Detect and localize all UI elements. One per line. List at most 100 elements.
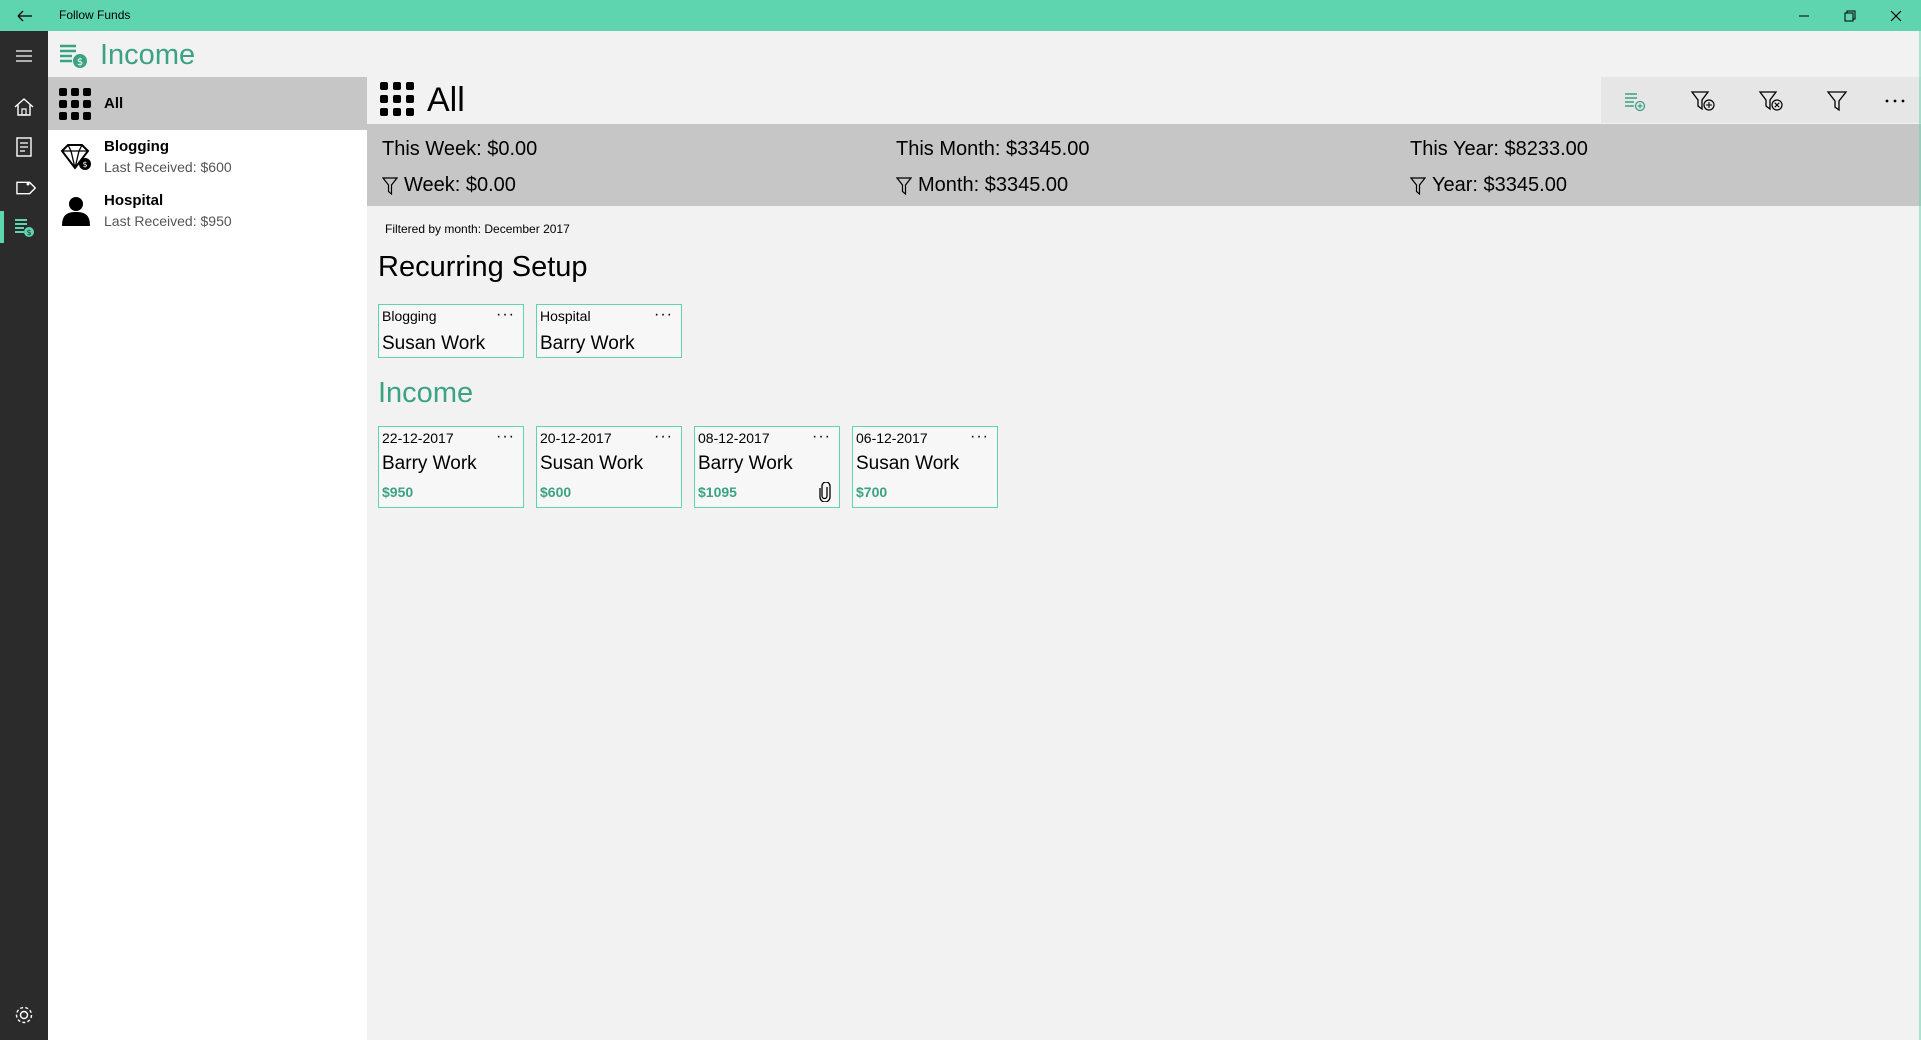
minimize-icon	[1799, 15, 1809, 17]
command-bar	[1601, 77, 1921, 123]
filter-button[interactable]	[1817, 85, 1857, 117]
hamburger-menu-button[interactable]	[0, 36, 48, 76]
sidebar-item-blogging[interactable]: $ Blogging Last Received: $600	[48, 132, 367, 184]
income-amount: $950	[382, 484, 414, 500]
filtered-year-text: Year: $3345.00	[1432, 174, 1567, 196]
sidebar-item-label: Hospital	[104, 192, 164, 209]
recurring-category: Hospital	[540, 308, 591, 324]
nav-settings[interactable]	[0, 995, 48, 1035]
card-more-button[interactable]: ···	[496, 428, 515, 446]
close-icon	[1890, 10, 1902, 22]
restore-button[interactable]	[1827, 4, 1873, 28]
nav-income[interactable]: $	[0, 207, 48, 247]
sidebar-item-hospital[interactable]: Hospital Last Received: $950	[48, 186, 367, 238]
card-more-button[interactable]: ···	[812, 428, 831, 446]
this-year-total: This Year: $8233.00	[1410, 138, 1588, 160]
recurring-setup-heading: Recurring Setup	[378, 251, 588, 283]
this-week-total: This Week: $0.00	[382, 138, 538, 160]
income-card[interactable]: 08-12-2017 ··· Barry Work $1095	[694, 426, 840, 508]
filtered-year-total: Year: $3345.00	[1410, 174, 1567, 197]
income-card[interactable]: 06-12-2017 ··· Susan Work $700	[852, 426, 998, 508]
recurring-name: Susan Work	[382, 333, 486, 354]
sidebar-item-label: All	[104, 95, 124, 112]
this-month-total: This Month: $3345.00	[896, 138, 1090, 160]
report-icon	[16, 137, 32, 157]
back-button[interactable]	[10, 6, 38, 26]
page-icon: $	[58, 41, 88, 74]
filter-icon	[1826, 91, 1848, 112]
filter-icon	[896, 177, 912, 195]
sidebar-item-all[interactable]: All	[48, 77, 367, 130]
gear-icon	[15, 1006, 33, 1024]
filter-icon	[1410, 177, 1426, 195]
minimize-button[interactable]	[1781, 4, 1827, 28]
income-name: Susan Work	[856, 453, 960, 474]
svg-text:$: $	[26, 228, 31, 237]
category-list: All $ Blogging Last Received: $600 Hospi…	[48, 77, 367, 1040]
filter-clear-icon	[1758, 91, 1783, 111]
income-date: 06-12-2017	[856, 430, 928, 446]
app-title: Follow Funds	[59, 8, 131, 22]
recurring-card[interactable]: Blogging ··· Susan Work	[378, 304, 524, 358]
close-button[interactable]	[1873, 4, 1919, 28]
restore-icon	[1844, 10, 1856, 22]
section-title: All	[427, 81, 465, 119]
person-icon	[62, 197, 90, 226]
tag-icon	[16, 181, 36, 195]
income-name: Susan Work	[540, 453, 644, 474]
more-icon	[1885, 99, 1905, 103]
title-bar: Follow Funds	[0, 0, 1921, 31]
grid-icon	[59, 88, 91, 120]
sidebar-item-label: Blogging	[104, 138, 169, 155]
totals-panel: This Week: $0.00 This Month: $3345.00 Th…	[367, 124, 1921, 206]
page-title: Income	[100, 39, 196, 71]
diamond-icon: $	[60, 144, 91, 170]
sidebar-item-sub: Last Received: $600	[104, 159, 232, 175]
income-date: 08-12-2017	[698, 430, 770, 446]
recurring-name: Barry Work	[540, 333, 635, 354]
recurring-category: Blogging	[382, 308, 437, 324]
income-amount: $1095	[698, 484, 737, 500]
hamburger-icon	[16, 50, 32, 62]
nav-rail: $	[0, 31, 48, 1040]
income-icon: $	[60, 44, 87, 68]
income-card[interactable]: 20-12-2017 ··· Susan Work $600	[536, 426, 682, 508]
card-more-button[interactable]: ···	[970, 428, 989, 446]
income-icon: $	[15, 219, 34, 237]
income-amount: $700	[856, 484, 888, 500]
card-more-button[interactable]: ···	[654, 428, 673, 446]
income-heading: Income	[378, 377, 474, 409]
filter-clear-button[interactable]	[1751, 85, 1791, 117]
nav-home[interactable]	[0, 87, 48, 127]
card-more-button[interactable]: ···	[496, 306, 515, 324]
income-date: 22-12-2017	[382, 430, 454, 446]
nav-reports[interactable]	[0, 127, 48, 167]
income-amount: $600	[540, 484, 572, 500]
filtered-month-total: Month: $3345.00	[896, 174, 1068, 197]
page-header: $ Income	[48, 31, 1921, 77]
income-card[interactable]: 22-12-2017 ··· Barry Work $950	[378, 426, 524, 508]
income-name: Barry Work	[382, 453, 477, 474]
income-name: Barry Work	[698, 453, 793, 474]
add-income-button[interactable]	[1615, 85, 1655, 117]
add-income-icon	[1625, 93, 1646, 112]
card-more-button[interactable]: ···	[654, 306, 673, 324]
income-date: 20-12-2017	[540, 430, 612, 446]
recurring-card[interactable]: Hospital ··· Barry Work	[536, 304, 682, 358]
more-button[interactable]	[1875, 85, 1915, 117]
filter-add-icon	[1690, 91, 1715, 111]
active-indicator	[0, 211, 4, 243]
filtered-week-text: Week: $0.00	[404, 174, 516, 196]
svg-text:$: $	[77, 57, 83, 68]
sidebar-item-sub: Last Received: $950	[104, 213, 232, 229]
home-icon	[14, 98, 34, 116]
main-content: All This Week: $0.00 This Month: $3345.0…	[367, 77, 1921, 1040]
grid-icon	[380, 82, 414, 116]
filtered-month-text: Month: $3345.00	[918, 174, 1069, 196]
paperclip-icon	[819, 482, 831, 502]
nav-tags[interactable]	[0, 167, 48, 207]
filter-add-button[interactable]	[1683, 85, 1723, 117]
filter-description: Filtered by month: December 2017	[385, 222, 570, 236]
filtered-week-total: Week: $0.00	[382, 174, 516, 197]
back-arrow-icon	[17, 10, 32, 22]
